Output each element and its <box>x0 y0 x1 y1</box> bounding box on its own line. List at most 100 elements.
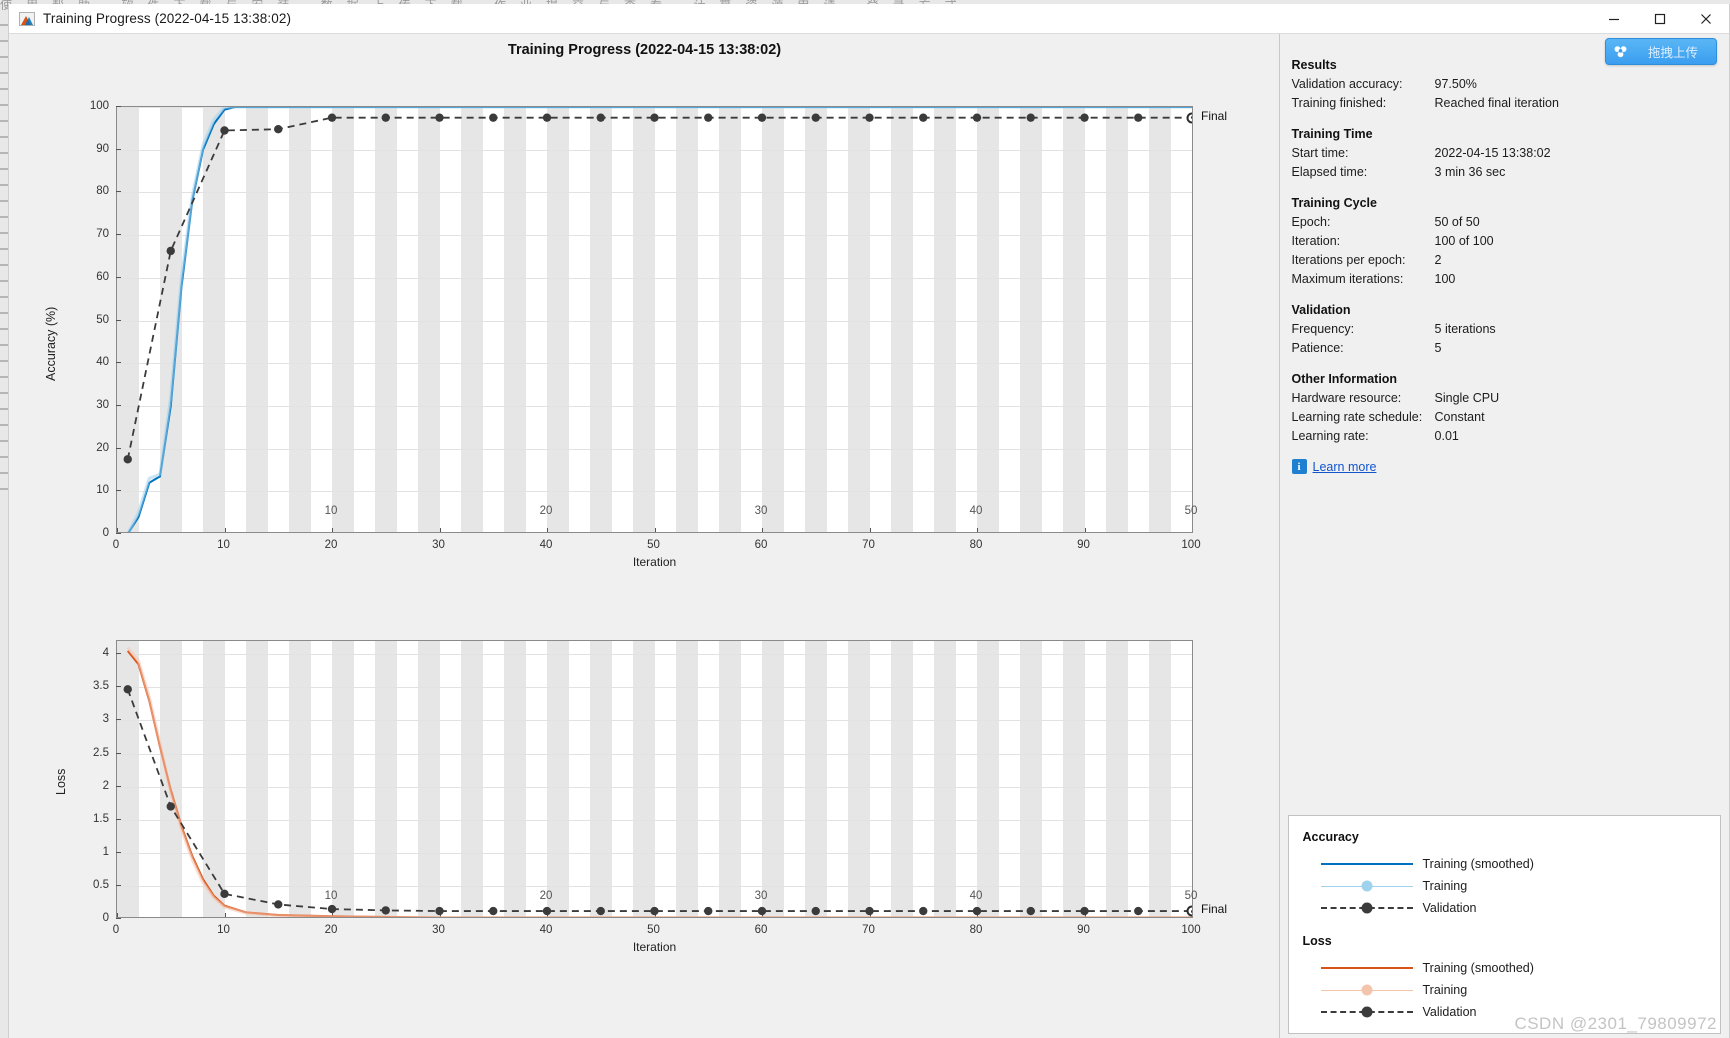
legend-swatch-icon <box>1320 901 1413 915</box>
y-tick-mark <box>116 148 121 150</box>
validation-marker <box>542 113 552 122</box>
window-titlebar: Training Progress (2022-04-15 13:38:02) <box>9 4 1729 34</box>
info-section-heading: Training Time <box>1291 127 1373 141</box>
x-tick-label: 60 <box>754 539 768 551</box>
x-tick-label: 20 <box>324 924 338 936</box>
validation-marker <box>650 906 659 916</box>
info-key: Training finished: <box>1291 96 1387 110</box>
info-row: Patience: 5 <box>1292 339 1717 358</box>
info-key: Learning rate: <box>1291 429 1369 443</box>
legend-entry[interactable]: Validation <box>1303 897 1720 919</box>
info-key: Learning rate schedule: <box>1291 410 1423 424</box>
final-marker-icon <box>1186 905 1192 917</box>
validation-marker <box>220 889 229 899</box>
accuracy-y-axis-label: Accuracy (%) <box>44 306 58 381</box>
y-tick-mark <box>116 653 121 655</box>
validation-marker <box>542 906 552 916</box>
validation-marker <box>489 113 498 122</box>
y-tick-mark <box>116 191 121 193</box>
legend-swatch-icon <box>1320 1005 1413 1019</box>
baidu-upload-button[interactable]: 拖拽上传 <box>1605 38 1717 65</box>
close-button[interactable] <box>1683 4 1729 34</box>
x-tick-label: 50 <box>647 539 660 551</box>
maximize-icon <box>1654 13 1666 25</box>
info-pane: Results Validation accuracy: 97.50% Trainin… <box>1278 34 1729 1038</box>
y-tick-mark <box>116 404 121 406</box>
info-row: Hardware resource: Single CPU <box>1292 389 1717 408</box>
validation-marker <box>166 802 175 811</box>
y-tick-label: 1 <box>102 845 109 858</box>
validation-marker <box>650 113 659 122</box>
legend-entry[interactable]: Training <box>1303 875 1720 897</box>
info-section-heading: Validation <box>1291 303 1351 317</box>
legend-entry[interactable]: Training <box>1303 979 1720 1001</box>
info-key: Patience: <box>1291 341 1344 355</box>
accuracy-plot-area <box>116 106 1193 533</box>
epoch-label: 10 <box>324 505 338 517</box>
x-tick-label: 20 <box>324 539 338 551</box>
legend-entry[interactable]: Training (smoothed) <box>1303 957 1720 979</box>
y-tick-mark <box>116 851 121 853</box>
x-tick-label: 80 <box>969 924 983 936</box>
x-tick-mark <box>1192 528 1193 532</box>
learn-more-link[interactable]: i Learn more <box>1291 459 1376 474</box>
info-value: Constant <box>1434 410 1485 424</box>
legend-group-heading: Loss <box>1302 934 1332 948</box>
epoch-label: 40 <box>969 890 983 902</box>
info-row: Learning rate: 0.01 <box>1292 427 1717 446</box>
y-tick-mark <box>116 686 121 688</box>
info-row: Iteration: 100 of 100 <box>1292 232 1717 251</box>
validation-marker <box>596 113 605 122</box>
info-icon: i <box>1291 459 1307 474</box>
series-line <box>126 689 1192 912</box>
training-progress-window: Training Progress (2022-04-15 13:38:02) <box>8 4 1730 1038</box>
legend-entry-label: Validation <box>1422 1005 1477 1019</box>
y-tick-label: 50 <box>96 313 109 326</box>
final-label: Final <box>1201 108 1228 123</box>
legend-entry[interactable]: Training (smoothed) <box>1303 853 1720 875</box>
validation-marker <box>1026 906 1035 916</box>
baidu-upload-label: 拖拽上传 <box>1647 46 1698 60</box>
y-tick-mark <box>116 362 121 364</box>
minimize-button[interactable] <box>1591 4 1637 34</box>
legend-swatch-icon <box>1320 857 1413 871</box>
y-tick-label: 1.5 <box>93 812 109 825</box>
y-tick-label: 0.5 <box>93 878 109 891</box>
validation-marker <box>972 113 982 122</box>
validation-marker <box>1134 906 1143 916</box>
info-key: Maximum iterations: <box>1291 272 1404 286</box>
epoch-label: 40 <box>969 505 983 517</box>
page-title: Training Progress (2022-04-15 13:38:02) <box>507 42 782 58</box>
x-tick-mark <box>1192 913 1193 917</box>
x-tick-label: 50 <box>647 924 660 936</box>
info-value: 97.50% <box>1434 77 1477 91</box>
y-tick-mark <box>116 918 121 919</box>
y-tick-label: 30 <box>96 398 109 411</box>
info-key: Hardware resource: <box>1291 391 1402 405</box>
info-value: 5 <box>1434 341 1442 355</box>
y-tick-mark <box>116 234 121 236</box>
info-section-heading: Training Cycle <box>1291 196 1377 210</box>
legend-entry-label: Training (smoothed) <box>1422 961 1534 975</box>
info-value: 3 min 36 sec <box>1434 165 1506 179</box>
epoch-label: 30 <box>754 505 768 517</box>
validation-marker <box>919 113 928 122</box>
x-tick-label: 90 <box>1077 539 1090 551</box>
y-tick-mark <box>116 490 121 492</box>
final-label: Final <box>1201 902 1228 917</box>
legend-swatch-icon <box>1320 961 1413 975</box>
info-value: 2022-04-15 13:38:02 <box>1434 146 1551 160</box>
validation-marker <box>274 125 283 134</box>
x-tick-label: 30 <box>432 539 445 551</box>
maximize-button[interactable] <box>1637 4 1683 34</box>
info-key: Frequency: <box>1291 322 1355 336</box>
validation-marker <box>381 906 390 915</box>
y-tick-label: 90 <box>96 142 109 155</box>
series-line <box>126 646 1192 917</box>
legend-swatch-icon <box>1320 879 1413 893</box>
y-tick-label: 3.5 <box>93 680 109 693</box>
info-value: 2 <box>1434 253 1442 267</box>
validation-marker <box>327 904 337 914</box>
y-tick-label: 80 <box>96 185 109 198</box>
validation-marker <box>274 900 283 909</box>
